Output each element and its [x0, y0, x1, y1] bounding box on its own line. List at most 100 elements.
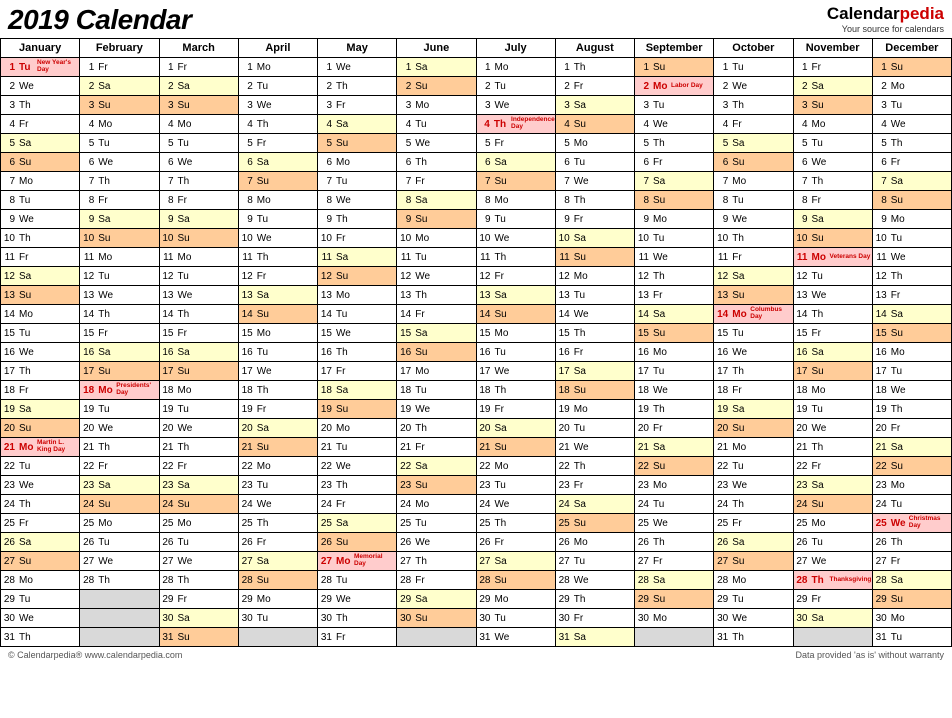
calendar-cell: 11Mo — [80, 248, 159, 267]
holiday-label: Columbus Day — [749, 307, 792, 321]
calendar-cell: 1Sa — [397, 58, 476, 77]
day-of-week: Mo — [811, 385, 829, 396]
day-of-week: Sa — [335, 518, 353, 529]
day-of-week: Th — [652, 271, 670, 282]
calendar-cell: 25We — [635, 514, 714, 533]
calendar-cell: 15Fr — [793, 324, 872, 343]
calendar-cell: 25Su — [555, 514, 634, 533]
day-of-week: Tu — [335, 309, 353, 320]
calendar-row: 25Fr25Mo25Mo25Th25Sa25Tu25Th25Su25We25Fr… — [1, 514, 952, 533]
day-number: 10 — [556, 233, 573, 244]
day-number: 13 — [477, 290, 494, 301]
calendar-cell: 23We — [1, 476, 80, 495]
day-number: 31 — [1, 632, 18, 643]
day-number: 1 — [80, 62, 97, 73]
calendar-cell: 5Sa — [714, 134, 793, 153]
day-of-week: Fr — [494, 404, 512, 415]
calendar-cell: 18Fr — [1, 381, 80, 400]
day-of-week: Sa — [652, 309, 670, 320]
day-number: 12 — [1, 271, 18, 282]
calendar-cell: 26Th — [872, 533, 951, 552]
calendar-cell: 1TuNew Year's Day — [1, 58, 80, 77]
day-number: 30 — [556, 613, 573, 624]
day-of-week: Tu — [731, 328, 749, 339]
day-of-week: Tu — [97, 537, 115, 548]
day-of-week: Sa — [335, 385, 353, 396]
day-number: 5 — [873, 138, 890, 149]
day-number: 7 — [160, 176, 177, 187]
day-of-week: Su — [414, 480, 432, 491]
calendar-cell: 10Mo — [397, 229, 476, 248]
day-of-week: Tu — [494, 347, 512, 358]
calendar-cell: 21Tu — [318, 438, 397, 457]
day-number: 7 — [794, 176, 811, 187]
day-number: 3 — [794, 100, 811, 111]
day-of-week: Th — [731, 499, 749, 510]
holiday-label: Veterans Day — [829, 254, 872, 261]
calendar-cell: 22Fr — [159, 457, 238, 476]
day-number: 4 — [477, 119, 493, 130]
day-number: 19 — [873, 404, 890, 415]
calendar-cell — [635, 628, 714, 647]
day-number: 18 — [1, 385, 18, 396]
calendar-cell: 26Tu — [159, 533, 238, 552]
day-number: 31 — [477, 632, 494, 643]
day-number: 17 — [80, 366, 97, 377]
day-of-week: Fr — [731, 385, 749, 396]
day-number: 2 — [714, 81, 731, 92]
day-of-week: We — [890, 252, 908, 263]
day-of-week: Mo — [414, 233, 432, 244]
day-number: 22 — [80, 461, 97, 472]
day-of-week: We — [256, 233, 274, 244]
day-of-week: Sa — [811, 347, 829, 358]
calendar-cell: 14Fr — [397, 305, 476, 324]
day-of-week: Su — [494, 309, 512, 320]
calendar-cell: 17Su — [80, 362, 159, 381]
calendar-row: 12Sa12Tu12Tu12Fr12Su12We12Fr12Mo12Th12Sa… — [1, 267, 952, 286]
calendar-cell: 7Su — [238, 172, 317, 191]
calendar-cell: 29Fr — [793, 590, 872, 609]
day-of-week: Mo — [652, 214, 670, 225]
day-of-week: Sa — [811, 480, 829, 491]
calendar-cell: 19Fr — [476, 400, 555, 419]
day-of-week: We — [652, 518, 670, 529]
day-of-week: Th — [256, 252, 274, 263]
day-number: 14 — [635, 309, 652, 320]
calendar-row: 14Mo14Th14Th14Su14Tu14Fr14Su14We14Sa14Mo… — [1, 305, 952, 324]
day-of-week: Fr — [177, 328, 195, 339]
day-number: 20 — [239, 423, 256, 434]
calendar-cell: 4Mo — [793, 115, 872, 134]
calendar-cell: 21Su — [476, 438, 555, 457]
day-number: 5 — [635, 138, 652, 149]
day-of-week: We — [731, 347, 749, 358]
day-number: 1 — [714, 62, 731, 73]
calendar-cell: 22Fr — [793, 457, 872, 476]
day-number: 2 — [635, 81, 652, 92]
day-number: 26 — [635, 537, 652, 548]
day-number: 27 — [397, 556, 414, 567]
calendar-cell: 25WeChristmas Day — [872, 514, 951, 533]
calendar-cell: 26Fr — [238, 533, 317, 552]
day-of-week: Fr — [256, 271, 274, 282]
day-number: 28 — [635, 575, 652, 586]
calendar-cell: 20We — [793, 419, 872, 438]
calendar-cell: 6Th — [397, 153, 476, 172]
day-number: 8 — [714, 195, 731, 206]
calendar-cell: 16Mo — [872, 343, 951, 362]
calendar-cell: 12Sa — [1, 267, 80, 286]
day-number: 28 — [160, 575, 177, 586]
day-of-week: Tu — [18, 328, 36, 339]
calendar-cell: 29We — [318, 590, 397, 609]
day-of-week: Tu — [811, 537, 829, 548]
calendar-cell: 19Sa — [714, 400, 793, 419]
calendar-cell: 4Fr — [714, 115, 793, 134]
brand-block: Calendarpedia Your source for calendars — [827, 4, 944, 34]
day-number: 15 — [318, 328, 335, 339]
day-of-week: Fr — [256, 537, 274, 548]
day-of-week: Sa — [18, 404, 36, 415]
day-of-week: Tu — [97, 138, 115, 149]
day-of-week: Fr — [414, 575, 432, 586]
calendar-cell: 19Sa — [1, 400, 80, 419]
day-number: 11 — [477, 252, 494, 263]
day-number: 26 — [794, 537, 811, 548]
